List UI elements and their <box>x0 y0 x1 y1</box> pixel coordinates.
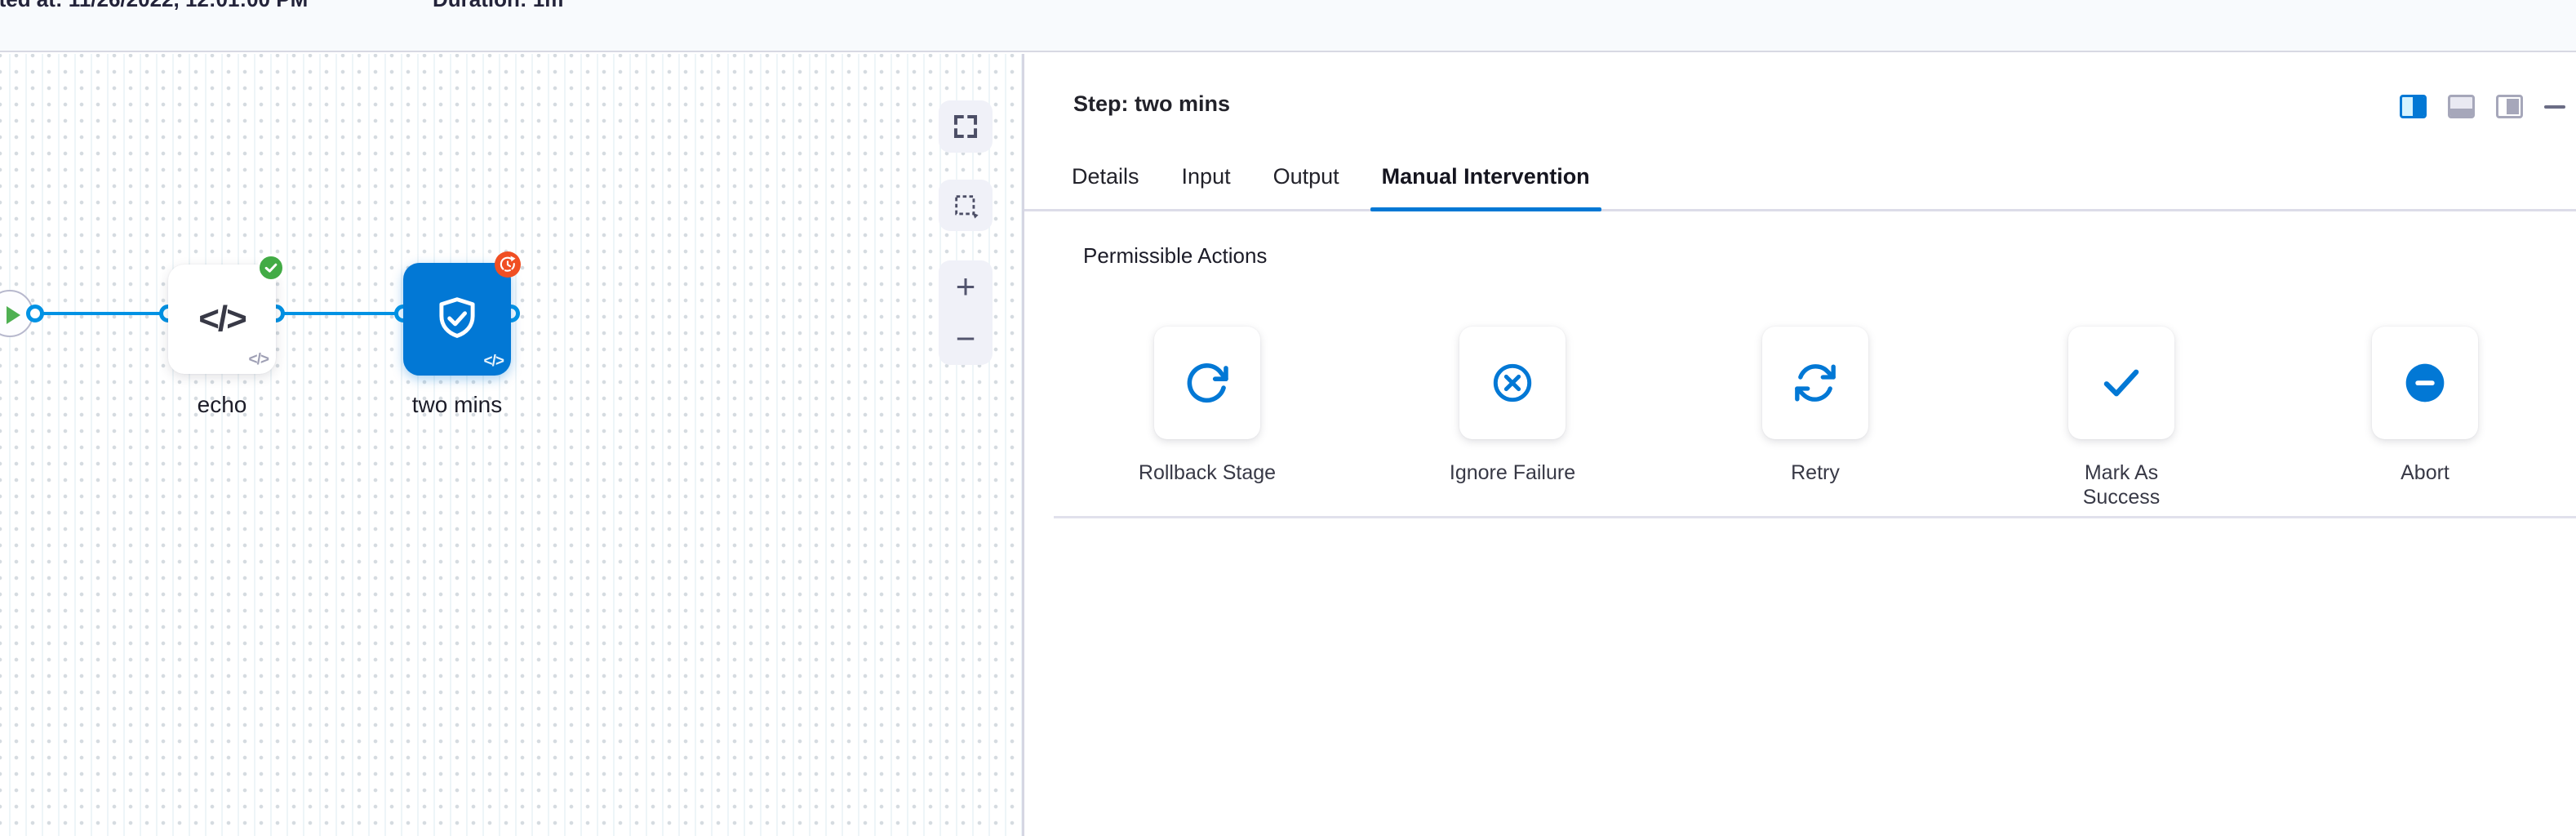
abort-label: Abort <box>2356 460 2494 485</box>
layout-split-horizontal-button[interactable] <box>2448 95 2475 118</box>
fullscreen-button[interactable] <box>939 100 993 153</box>
execution-header-bar: Started at: 11/26/2022, 12:01:00 PM Dura… <box>0 0 2576 52</box>
tab-details-label: Details <box>1072 164 1139 189</box>
started-at-text: Started at: 11/26/2022, 12:01:00 PM <box>0 0 308 12</box>
permissible-actions-row: Rollback Stage Ignore Failure Retry <box>1024 327 2576 514</box>
node-label-echo: echo <box>140 392 304 418</box>
duration-text: Duration: 1m <box>433 0 563 12</box>
step-details-panel: Step: two mins Details Input Output Manu… <box>1022 54 2576 836</box>
zoom-controls: + − <box>939 260 993 365</box>
rollback-stage-button[interactable]: Rollback Stage <box>1109 327 1305 485</box>
actions-divider <box>1054 516 2576 518</box>
step-tabs: Details Input Output Manual Intervention <box>1024 154 2576 211</box>
ignore-failure-button[interactable]: Ignore Failure <box>1415 327 1610 485</box>
layout-split-vertical-button[interactable] <box>2400 95 2427 118</box>
waiting-timeout-badge-icon <box>495 251 521 278</box>
minimize-panel-button[interactable] <box>2544 105 2565 109</box>
active-tab-underline <box>1370 207 1601 211</box>
retry-button[interactable]: Retry <box>1717 327 1913 485</box>
retry-icon <box>1792 360 1838 406</box>
retry-card <box>1762 327 1868 439</box>
rollback-stage-icon <box>1184 359 1231 407</box>
marquee-select-button[interactable] <box>939 180 993 231</box>
abort-card <box>2372 327 2478 439</box>
tab-output-label: Output <box>1273 164 1339 189</box>
marquee-select-icon <box>952 192 979 220</box>
tab-input-label: Input <box>1182 164 1231 189</box>
ignore-failure-icon <box>1490 361 1534 405</box>
tab-manual-intervention-label: Manual Intervention <box>1382 164 1590 189</box>
script-type-icon: </> <box>484 353 504 371</box>
shield-check-icon <box>432 294 482 345</box>
mark-as-success-button[interactable]: Mark As Success <box>2023 327 2219 509</box>
rollback-stage-label: Rollback Stage <box>1138 460 1277 485</box>
permissible-actions-title: Permissible Actions <box>1083 243 2576 269</box>
tab-manual-intervention[interactable]: Manual Intervention <box>1380 154 1592 209</box>
zoom-out-button[interactable]: − <box>939 313 993 365</box>
script-type-icon: </> <box>249 351 269 369</box>
panel-title: Step: two mins <box>1073 91 2576 117</box>
rollback-stage-card <box>1154 327 1260 439</box>
step-node-two-mins[interactable]: </> <box>403 263 511 376</box>
layout-inset-panel-icon <box>2507 99 2519 114</box>
edge-echo-to-twomins <box>276 312 403 315</box>
layout-inset-panel-button[interactable] <box>2496 95 2523 118</box>
abort-icon <box>2402 360 2448 406</box>
ignore-failure-card <box>1459 327 1566 439</box>
fullscreen-icon <box>952 113 979 140</box>
tab-output[interactable]: Output <box>1272 154 1341 209</box>
panel-layout-toggles <box>2400 95 2565 118</box>
layout-split-horizontal-icon <box>2450 109 2472 116</box>
layout-split-vertical-icon <box>2413 97 2424 116</box>
step-node-echo[interactable]: </> </> <box>168 265 276 374</box>
mark-as-success-label: Mark As Success <box>2052 460 2191 509</box>
abort-button[interactable]: Abort <box>2327 327 2523 485</box>
play-icon <box>7 306 20 324</box>
port-start-out[interactable] <box>26 305 44 322</box>
zoom-in-button[interactable]: + <box>939 260 993 313</box>
edge-start-to-echo <box>35 312 168 315</box>
retry-label: Retry <box>1746 460 1885 485</box>
success-badge-icon <box>257 254 285 282</box>
tab-details[interactable]: Details <box>1070 154 1141 209</box>
mark-as-success-icon <box>2098 359 2145 407</box>
mark-as-success-card <box>2068 327 2174 439</box>
code-step-icon: </> <box>198 299 246 340</box>
tab-input[interactable]: Input <box>1180 154 1232 209</box>
node-label-two-mins: two mins <box>375 392 539 418</box>
pipeline-canvas[interactable]: </> </> </> echo two mins + <box>0 54 1022 836</box>
ignore-failure-label: Ignore Failure <box>1443 460 1582 485</box>
